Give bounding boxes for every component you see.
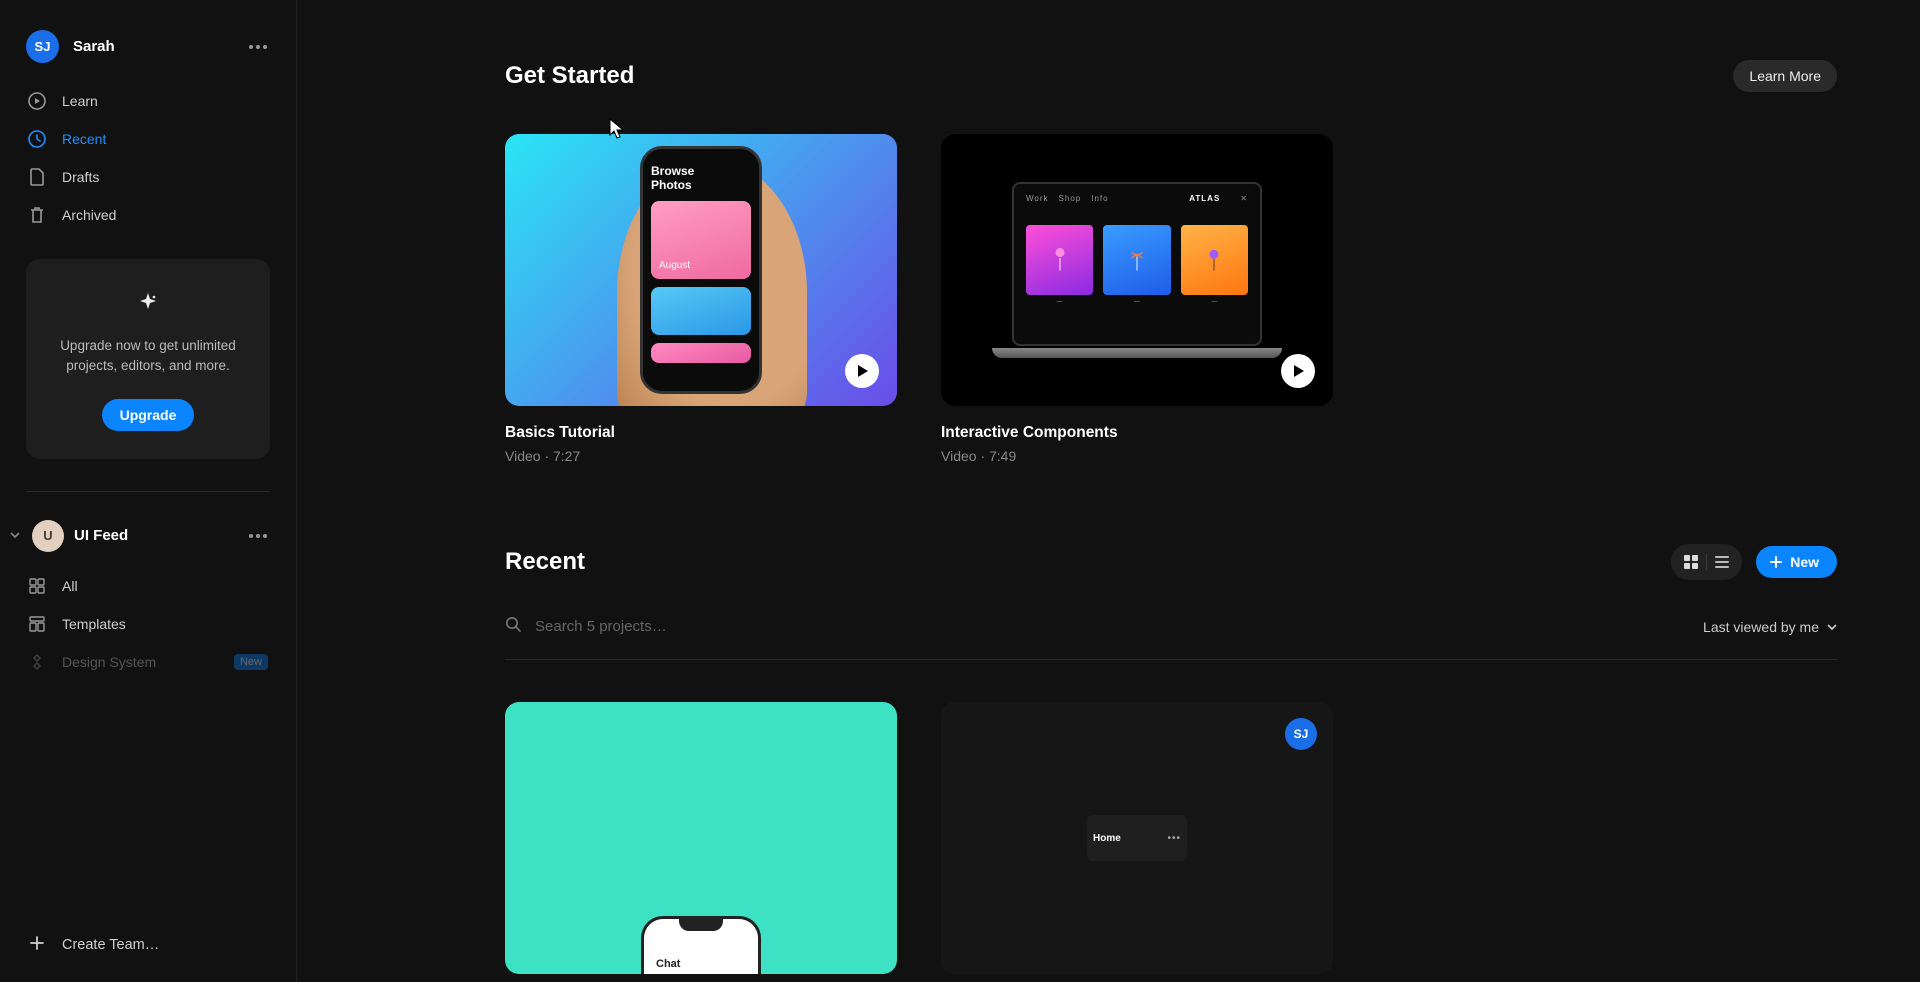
screen-nav-item: Shop [1059,194,1082,203]
profile-more-button[interactable] [244,33,272,61]
upgrade-card: Upgrade now to get unlimited projects, e… [26,259,270,459]
template-icon [28,615,46,633]
team-name: UI Feed [74,527,234,544]
nav-recent[interactable]: Recent [14,121,282,157]
play-icon [1281,354,1315,388]
nav-label: Drafts [62,169,99,185]
nav-archived[interactable]: Archived [14,197,282,233]
grid-icon [28,577,46,595]
project-card[interactable]: SJ Home ••• [941,702,1333,974]
project-thumbnail: SJ Home ••• [941,702,1333,974]
video-thumbnail: Work Shop Info ATLAS ✕ — — — [941,134,1333,406]
team-nav-templates[interactable]: Templates [14,606,282,642]
component-icon [28,653,46,671]
window-mockup: Home ••• [1087,815,1187,861]
new-badge: New [234,654,268,670]
project-card[interactable]: Chat [505,702,897,974]
ellipsis-icon: ••• [1167,833,1181,844]
search-icon [505,616,521,637]
recent-header: Recent New [505,544,1837,580]
screen-nav-item: Work [1026,194,1049,203]
nav-label: Templates [62,616,126,632]
video-title: Interactive Components [941,424,1333,442]
video-title: Basics Tutorial [505,424,897,442]
search-input[interactable] [535,618,1703,635]
primary-nav: Learn Recent Drafts Archived [0,83,296,233]
chevron-down-icon [1827,622,1837,632]
view-list-button[interactable] [1707,549,1737,575]
trash-icon [28,206,46,224]
phone-screen-title: Browse Photos [651,165,751,193]
plus-icon [1770,556,1782,568]
search-row: Last viewed by me [505,616,1837,660]
sort-label: Last viewed by me [1703,619,1819,635]
grid-icon [1684,555,1698,569]
nav-label: Design System [62,654,156,670]
view-switch [1671,544,1742,580]
sort-dropdown[interactable]: Last viewed by me [1703,619,1837,635]
create-team-button[interactable]: Create Team… [0,908,296,982]
team-header[interactable]: U UI Feed [0,492,296,558]
phone-mockup: Chat [641,916,761,974]
learn-more-button[interactable]: Learn More [1733,60,1837,92]
nav-label: All [62,578,78,594]
screen-nav-item: Info [1091,194,1108,203]
new-button[interactable]: New [1756,546,1837,578]
nav-label: Learn [62,93,98,109]
nav-label: Recent [62,131,106,147]
phone-mockup: Browse Photos [640,146,762,394]
caret-down-icon[interactable] [8,527,22,545]
team-nav: All Templates Design System New [0,568,296,680]
ellipsis-icon [249,45,267,49]
team-avatar: U [32,520,64,552]
video-card-components[interactable]: Work Shop Info ATLAS ✕ — — — [941,134,1333,464]
collaborator-avatar: SJ [1285,718,1317,750]
thumb-label: Chat [656,958,680,970]
new-button-label: New [1790,554,1819,570]
file-icon [28,168,46,186]
video-meta: Video · 7:49 [941,448,1333,464]
photo-tile [651,343,751,363]
project-row: Chat SJ Home ••• [505,702,1837,974]
team-more-button[interactable] [244,522,272,550]
plus-icon [28,935,46,955]
profile-row[interactable]: SJ Sarah [0,18,296,75]
get-started-title: Get Started [505,62,634,90]
video-card-basics[interactable]: Browse Photos Basics Tutorial Video · 7:… [505,134,897,464]
play-icon [845,354,879,388]
clock-icon [28,130,46,148]
sparkle-icon [50,293,246,318]
upgrade-text: Upgrade now to get unlimited projects, e… [50,336,246,377]
ellipsis-icon [249,534,267,538]
user-name: Sarah [73,38,230,55]
nav-drafts[interactable]: Drafts [14,159,282,195]
laptop-mockup: Work Shop Info ATLAS ✕ — — — [997,182,1277,358]
screen-brand: ATLAS [1189,194,1220,203]
upgrade-button[interactable]: Upgrade [102,399,195,431]
project-thumbnail: Chat [505,702,897,974]
sidebar: SJ Sarah Learn Recent [0,0,297,982]
close-icon: ✕ [1240,194,1248,203]
recent-title: Recent [505,548,585,576]
list-icon [1715,556,1729,568]
video-thumbnail: Browse Photos [505,134,897,406]
view-grid-button[interactable] [1676,549,1706,575]
video-meta: Video · 7:27 [505,448,897,464]
main: Get Started Learn More Browse Photos [297,0,1920,982]
play-icon [28,92,46,110]
thumb-label: Home [1093,833,1121,844]
team-nav-all[interactable]: All [14,568,282,604]
create-team-label: Create Team… [62,937,159,953]
nav-label: Archived [62,207,116,223]
nav-learn[interactable]: Learn [14,83,282,119]
photo-tile [651,287,751,335]
photo-tile [651,201,751,279]
user-avatar: SJ [26,30,59,63]
team-nav-design-system[interactable]: Design System New [14,644,282,680]
get-started-header: Get Started Learn More [505,60,1837,92]
video-row: Browse Photos Basics Tutorial Video · 7:… [505,134,1837,464]
